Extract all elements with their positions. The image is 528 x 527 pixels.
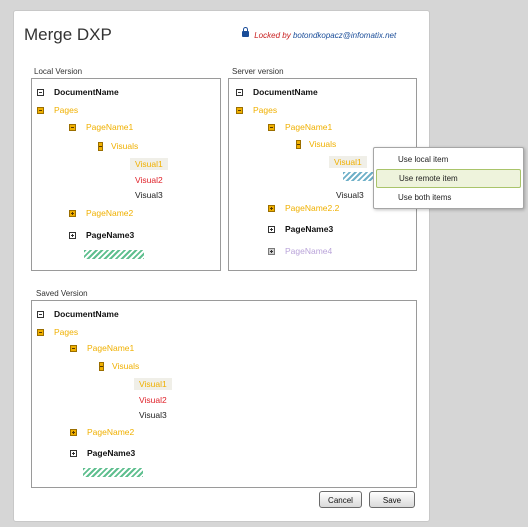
collapse-icon[interactable]	[37, 88, 44, 96]
tree-node-pages[interactable]: Pages	[37, 327, 78, 337]
tree-node-visual1[interactable]: Visual1	[329, 156, 367, 168]
collapse-icon[interactable]	[37, 328, 44, 336]
saved-version-label: Saved Version	[36, 289, 88, 298]
tree-node-visual2[interactable]: Visual2	[135, 175, 163, 185]
dialog-title: Merge DXP	[24, 25, 112, 44]
tree-node-pages[interactable]: Pages	[236, 105, 277, 115]
merge-dialog: Merge DXP Locked by botondkopacz@infomat…	[13, 10, 430, 522]
lock-status: Locked by botondkopacz@infomatix.net	[242, 27, 397, 40]
expand-icon[interactable]	[268, 204, 275, 212]
menu-item-use-both[interactable]: Use both items	[374, 189, 523, 206]
tree-node-visuals[interactable]: Visuals	[296, 139, 336, 149]
tree-node-pages[interactable]: Pages	[37, 105, 78, 115]
expand-icon[interactable]	[69, 231, 76, 239]
tree-node-document[interactable]: DocumentName	[236, 87, 318, 97]
tree-node-page2[interactable]: PageName2	[69, 208, 133, 218]
tree-node-page1[interactable]: PageName1	[70, 343, 134, 353]
local-version-tree: DocumentName Pages PageName1 Visuals Vis…	[31, 78, 221, 271]
tree-node-visuals[interactable]: Visuals	[99, 361, 139, 371]
visuals-icon	[296, 139, 301, 149]
tree-node-page1[interactable]: PageName1	[69, 122, 133, 132]
expand-icon[interactable]	[70, 449, 77, 457]
context-menu: Use local item Use remote item Use both …	[373, 147, 524, 209]
tree-node-page4[interactable]: PageName4	[268, 246, 332, 256]
tree-node-visual3[interactable]: Visual3	[135, 190, 163, 200]
tree-node-document[interactable]: DocumentName	[37, 309, 119, 319]
collapse-icon[interactable]	[70, 344, 77, 352]
lock-user: botondkopacz@infomatix.net	[292, 31, 397, 40]
collapse-icon[interactable]	[236, 106, 243, 114]
expand-icon[interactable]	[70, 428, 77, 436]
tree-node-page2[interactable]: PageName2	[70, 427, 134, 437]
tree-node-page22[interactable]: PageName2.2	[268, 203, 339, 213]
visuals-icon	[98, 141, 103, 151]
lock-icon	[242, 27, 249, 37]
collapse-icon[interactable]	[236, 88, 243, 96]
cancel-button[interactable]: Cancel	[319, 491, 362, 508]
tree-node-visual1[interactable]: Visual1	[134, 378, 172, 390]
saved-version-tree: DocumentName Pages PageName1 Visuals Vis…	[31, 300, 417, 488]
local-version-label: Local Version	[34, 67, 83, 76]
tree-node-document[interactable]: DocumentName	[37, 87, 119, 97]
tree-node-visuals[interactable]: Visuals	[98, 141, 138, 151]
expand-icon[interactable]	[69, 209, 76, 217]
deleted-placeholder	[83, 468, 143, 477]
tree-node-visual3[interactable]: Visual3	[336, 190, 364, 200]
server-version-label: Server version	[232, 67, 284, 76]
collapse-icon[interactable]	[37, 310, 44, 318]
menu-item-use-local[interactable]: Use local item	[374, 151, 523, 168]
collapse-icon[interactable]	[69, 123, 76, 131]
tree-node-visual1[interactable]: Visual1	[130, 158, 168, 170]
tree-node-page3[interactable]: PageName3	[268, 224, 333, 234]
lock-prefix: Locked by	[254, 31, 291, 40]
visuals-icon	[99, 361, 104, 371]
save-button[interactable]: Save	[369, 491, 415, 508]
tree-node-page3[interactable]: PageName3	[70, 448, 135, 458]
tree-node-visual3[interactable]: Visual3	[139, 410, 167, 420]
expand-icon[interactable]	[268, 247, 275, 255]
tree-node-page3[interactable]: PageName3	[69, 230, 134, 240]
expand-icon[interactable]	[268, 225, 275, 233]
tree-node-visual2[interactable]: Visual2	[139, 395, 167, 405]
menu-item-use-remote[interactable]: Use remote item	[376, 169, 521, 188]
collapse-icon[interactable]	[268, 123, 275, 131]
collapse-icon[interactable]	[37, 106, 44, 114]
tree-node-page1[interactable]: PageName1	[268, 122, 332, 132]
deleted-placeholder	[84, 250, 144, 259]
